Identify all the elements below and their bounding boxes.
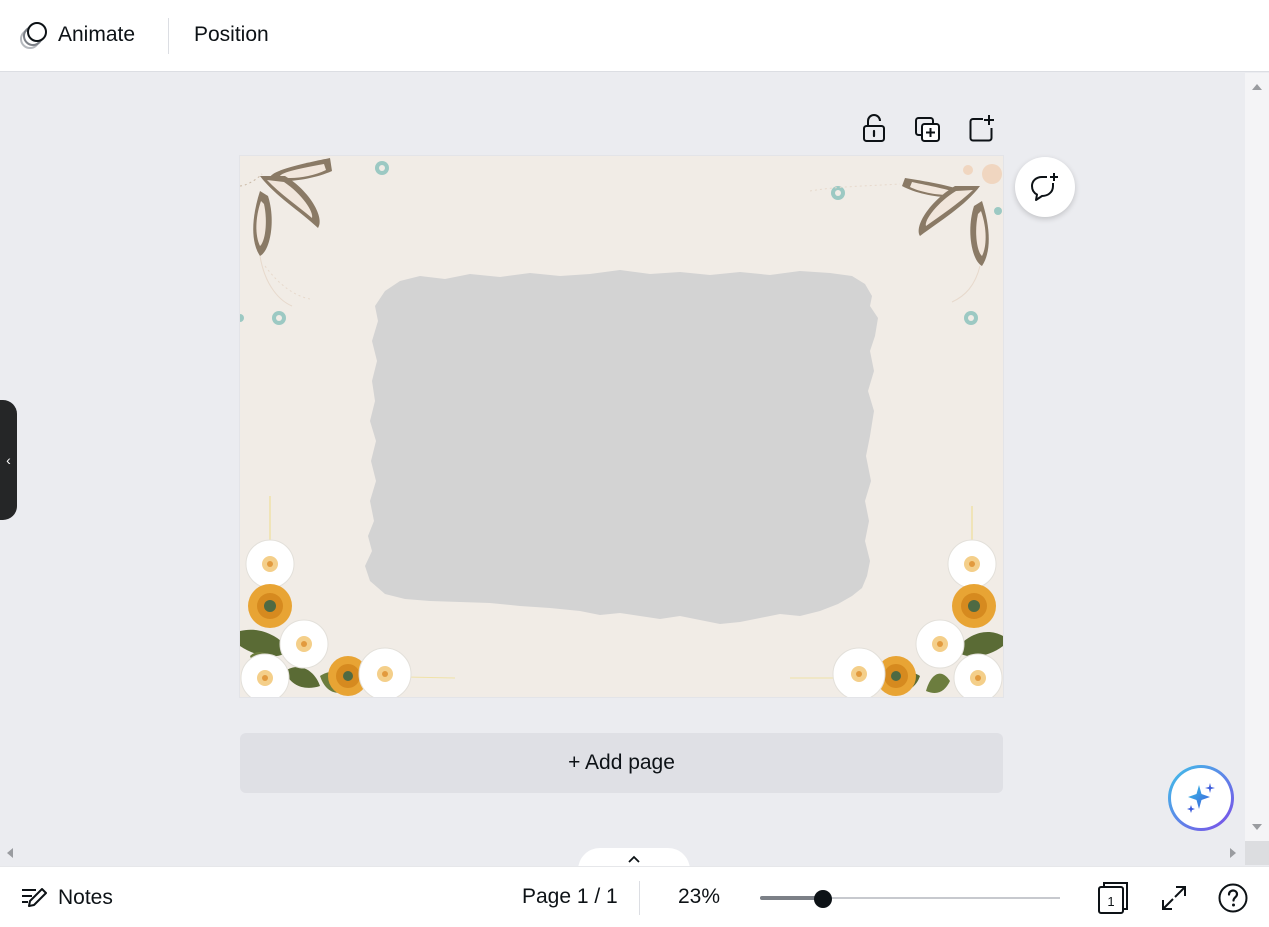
notes-button[interactable]: Notes <box>20 883 113 913</box>
photo-placeholder <box>365 270 878 624</box>
notes-label: Notes <box>58 886 113 909</box>
floral-frame-artwork <box>240 158 1003 697</box>
animate-label: Animate <box>58 23 136 46</box>
page-indicator[interactable]: Page 1 / 1 <box>522 885 618 909</box>
duplicate-page-icon <box>915 117 940 142</box>
add-page-icon-button[interactable] <box>967 113 997 143</box>
add-page-icon <box>969 115 994 142</box>
magic-button-inner <box>1171 768 1231 828</box>
help-button[interactable] <box>1216 881 1250 915</box>
top-left-petals <box>240 158 389 325</box>
help-icon <box>1218 883 1248 913</box>
expand-icon <box>1162 886 1186 910</box>
scroll-left-arrow[interactable] <box>7 848 13 858</box>
top-toolbar: Animate Position <box>0 0 1269 72</box>
lock-page-button[interactable] <box>859 113 889 143</box>
animate-button[interactable]: Animate <box>18 14 135 56</box>
scroll-down-arrow[interactable] <box>1252 824 1262 830</box>
chevron-left-icon: ‹ <box>6 452 11 468</box>
grid-view-button[interactable]: 1 <box>1096 881 1130 915</box>
duplicate-page-button[interactable] <box>913 115 943 145</box>
chevron-up-icon <box>628 855 640 863</box>
vertical-scroll-track[interactable] <box>1245 73 1269 841</box>
vertical-scrollbar[interactable] <box>1245 73 1269 841</box>
zoom-slider-thumb[interactable] <box>814 890 832 908</box>
sparkle-icon <box>1187 783 1215 813</box>
notes-icon <box>22 888 47 907</box>
toolbar-divider <box>168 18 169 54</box>
scroll-right-arrow[interactable] <box>1230 848 1236 858</box>
add-page-button[interactable]: + Add page <box>240 733 1003 793</box>
bottom-bar: Notes Page 1 / 1 23% 1 <box>0 866 1269 927</box>
lock-open-icon <box>863 114 885 142</box>
side-panel-toggle[interactable]: ‹ <box>0 400 17 520</box>
magic-assistant-button[interactable] <box>1168 765 1234 831</box>
fullscreen-button[interactable] <box>1157 881 1191 915</box>
design-canvas[interactable] <box>240 156 1003 697</box>
zoom-level[interactable]: 23% <box>678 885 720 909</box>
position-label: Position <box>194 23 269 46</box>
scrollbar-corner <box>1245 841 1269 865</box>
bottom-divider <box>639 881 640 915</box>
zoom-slider[interactable] <box>760 887 1060 909</box>
comment-add-icon <box>1031 173 1058 201</box>
position-button[interactable]: Position <box>194 14 269 56</box>
grid-page-count: 1 <box>1107 894 1114 909</box>
scroll-up-arrow[interactable] <box>1252 84 1262 90</box>
add-page-label: + Add page <box>568 751 675 774</box>
add-comment-button[interactable] <box>1015 157 1075 217</box>
grid-view-icon: 1 <box>1098 882 1128 914</box>
animate-icon <box>20 22 47 49</box>
